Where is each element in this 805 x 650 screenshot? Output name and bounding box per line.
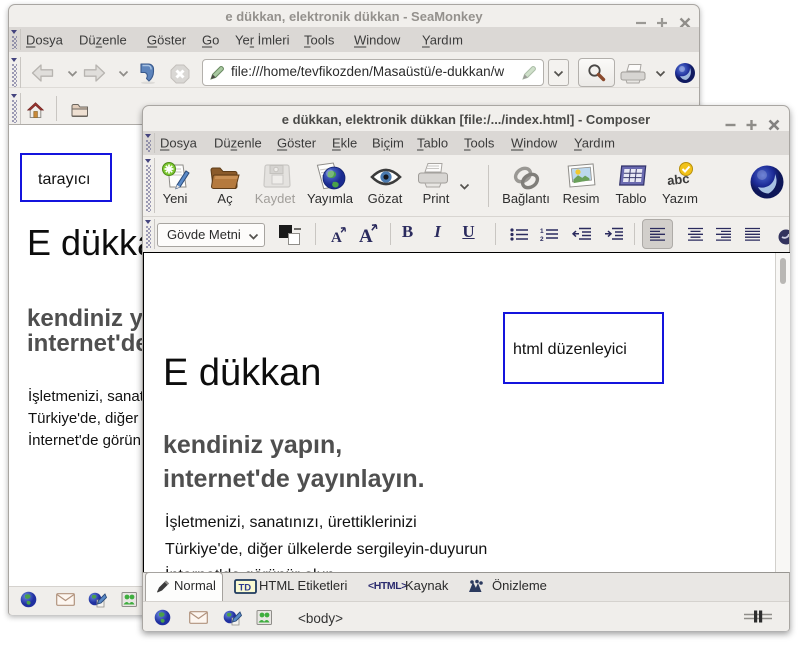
svg-text:A: A	[359, 226, 373, 246]
svg-text:1: 1	[540, 228, 544, 235]
svg-text:2: 2	[540, 236, 544, 241]
svg-text:TD: TD	[239, 583, 252, 594]
svg-text:A: A	[331, 230, 342, 245]
